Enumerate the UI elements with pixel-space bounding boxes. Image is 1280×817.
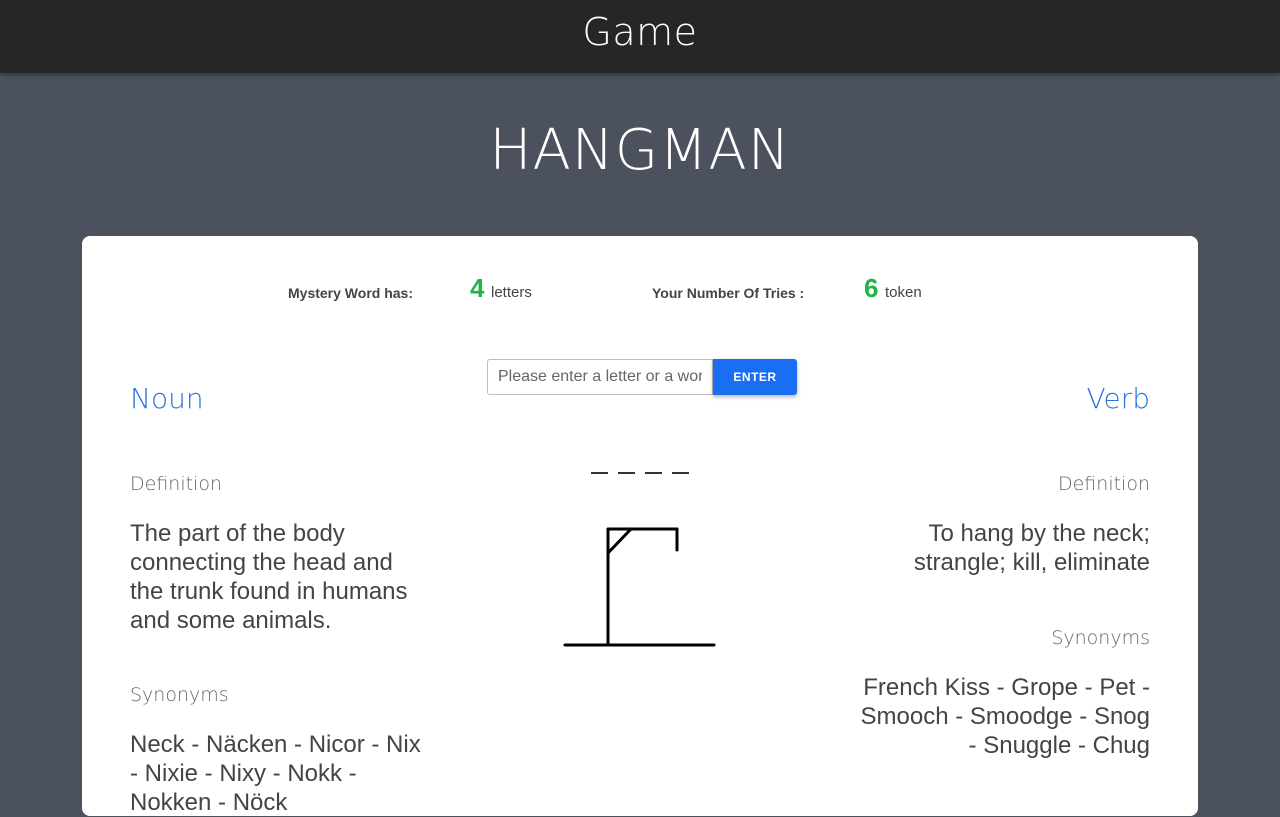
tries-label: Your Number Of Tries :: [652, 285, 805, 301]
noun-definition-label: Definition: [130, 473, 223, 495]
noun-synonyms: Neck - Näcken - Nicor - Nix - Nixie - Ni…: [130, 731, 421, 816]
gallows-brace: [606, 527, 633, 555]
mystery-word-count: 4: [470, 273, 485, 303]
gallows-drawing: [563, 527, 716, 647]
guess-input[interactable]: [487, 359, 713, 395]
noun-heading: Noun: [130, 382, 204, 415]
verb-heading: Verb: [1086, 382, 1151, 415]
word-slots: [591, 458, 689, 474]
game-title: HANGMAN: [489, 118, 791, 183]
verb-definition: To hang by the neck; strangle; kill, eli…: [913, 520, 1150, 576]
noun-definition: The part of the body connecting the head…: [130, 520, 408, 634]
top-app-bar: Game: [0, 0, 1280, 73]
game-card: Mystery Word has: 4 letters Your Number …: [82, 236, 1198, 816]
tries-unit: token: [885, 284, 922, 301]
letter-slot: [618, 472, 635, 474]
letter-slot: [645, 472, 662, 474]
verb-synonyms-label: Synonyms: [1051, 627, 1150, 649]
mystery-word-label: Mystery Word has:: [288, 285, 413, 301]
enter-button[interactable]: ENTER: [713, 359, 797, 395]
verb-definition-label: Definition: [1057, 473, 1150, 495]
app-bar-title: Game: [582, 10, 698, 54]
noun-synonyms-label: Synonyms: [130, 684, 229, 706]
verb-synonyms: French Kiss - Grope - Pet - Smooch - Smo…: [860, 674, 1151, 759]
mystery-word-unit: letters: [491, 284, 532, 301]
letter-slot: [672, 472, 689, 474]
letter-slot: [591, 472, 608, 474]
tries-count: 6: [864, 273, 879, 303]
